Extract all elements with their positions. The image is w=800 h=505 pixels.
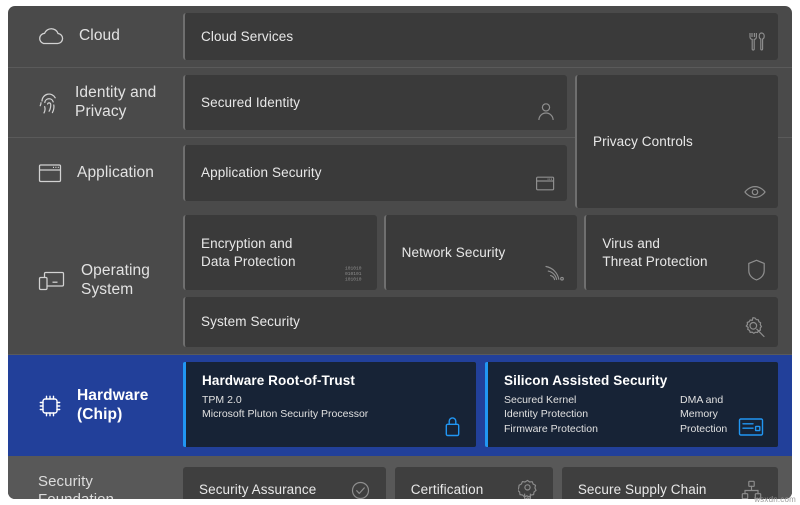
chip-icon: [36, 392, 64, 420]
layer-label-security-foundation: Security Foundation: [8, 456, 183, 499]
card-title: Cloud Services: [201, 28, 294, 44]
memory-icon: [738, 417, 764, 437]
card-hardware-root-of-trust[interactable]: Hardware Root-of-Trust TPM 2.0 Microsoft…: [183, 362, 476, 448]
layer-label-text: Application: [77, 163, 154, 181]
card-title: Security Assurance: [199, 482, 317, 498]
shield-icon: [747, 259, 766, 281]
card-title: Application Security: [201, 165, 322, 181]
gear-search-icon: [743, 316, 766, 338]
card-certification[interactable]: Certification: [394, 467, 553, 499]
layer-row-security-foundation: Security Foundation Security Assurance C…: [8, 456, 792, 499]
lock-icon: [443, 415, 462, 437]
fingerprint-icon: [36, 89, 62, 117]
award-icon: [517, 479, 537, 499]
card-system-security[interactable]: System Security: [183, 297, 778, 347]
watermark: wsxdn.com: [754, 495, 796, 504]
card-secure-supply-chain[interactable]: Secure Supply Chain: [561, 467, 778, 499]
card-application-security[interactable]: Application Security: [183, 145, 567, 201]
layer-label-identity-and-privacy: Identity and Privacy: [8, 68, 183, 137]
svg-text:101010: 101010: [345, 266, 362, 272]
card-title: Silicon Assisted Security: [504, 373, 668, 388]
app-window-icon: [535, 175, 555, 192]
wifi-icon: [544, 264, 565, 281]
layer-row-operating-system: Operating System Encryption and Data Pro…: [8, 208, 792, 355]
tools-icon: [748, 31, 766, 51]
card-virus-and-threat-protection[interactable]: Virus and Threat Protection: [584, 215, 779, 290]
layer-label-text: Security Foundation: [38, 472, 114, 499]
card-subitems: TPM 2.0 Microsoft Pluton Security Proces…: [202, 393, 369, 421]
card-title: System Security: [201, 314, 301, 330]
card-silicon-assisted-security[interactable]: Silicon Assisted Security Secured Kernel…: [485, 362, 778, 448]
card-encryption-and-data-protection[interactable]: Encryption and Data Protection 101010 01…: [183, 215, 377, 290]
layer-label-text: Hardware (Chip): [77, 386, 149, 423]
cloud-icon: [36, 26, 66, 48]
card-security-assurance[interactable]: Security Assurance: [183, 467, 386, 499]
card-cloud-services[interactable]: Cloud Services: [183, 13, 778, 60]
card-title: Hardware Root-of-Trust: [202, 373, 355, 388]
card-title: Secure Supply Chain: [577, 482, 707, 498]
layer-label-text: Operating System: [81, 262, 150, 298]
card-title: Network Security: [401, 244, 506, 260]
window-icon: [36, 161, 64, 185]
card-title: Secured Identity: [201, 94, 301, 110]
card-title: Privacy Controls: [593, 133, 693, 149]
layer-row-cloud: Cloud Cloud Services: [8, 6, 792, 68]
layer-label-application: Application: [8, 138, 183, 208]
layer-label-cloud: Cloud: [8, 6, 183, 67]
card-title: Encryption and Data Protection: [201, 235, 296, 269]
layer-label-text: Cloud: [79, 27, 120, 45]
cloud-cards: Cloud Services: [183, 6, 792, 67]
card-title: Certification: [410, 482, 484, 498]
check-circle-icon: [351, 481, 370, 499]
person-icon: [537, 102, 555, 121]
security-stack-diagram: Cloud Cloud Services Identity and Privac…: [8, 6, 792, 499]
layer-label-hardware-chip: Hardware (Chip): [8, 355, 183, 456]
hardware-cards: Hardware Root-of-Trust TPM 2.0 Microsoft…: [183, 355, 792, 456]
card-network-security[interactable]: Network Security: [383, 215, 578, 290]
card-subitems-col1: Secured Kernel Identity Protection Firmw…: [504, 393, 598, 436]
operating-system-cards: Encryption and Data Protection 101010 01…: [183, 208, 792, 354]
svg-text:101010: 101010: [345, 276, 362, 281]
card-secured-identity[interactable]: Secured Identity: [183, 75, 567, 130]
svg-text:010101: 010101: [345, 271, 362, 277]
card-title: Virus and Threat Protection: [602, 235, 708, 269]
layer-row-hardware-chip: Hardware (Chip) Hardware Root-of-Trust T…: [8, 355, 792, 457]
security-foundation-cards: Security Assurance Certification Secure …: [183, 456, 792, 499]
eye-icon: [744, 185, 766, 199]
layer-label-operating-system: Operating System: [8, 208, 183, 354]
layer-label-text: Identity and Privacy: [75, 83, 157, 120]
binary-icon: 101010 010101 101010: [345, 265, 365, 281]
devices-icon: [36, 268, 68, 294]
card-privacy-controls[interactable]: Privacy Controls: [575, 75, 778, 208]
